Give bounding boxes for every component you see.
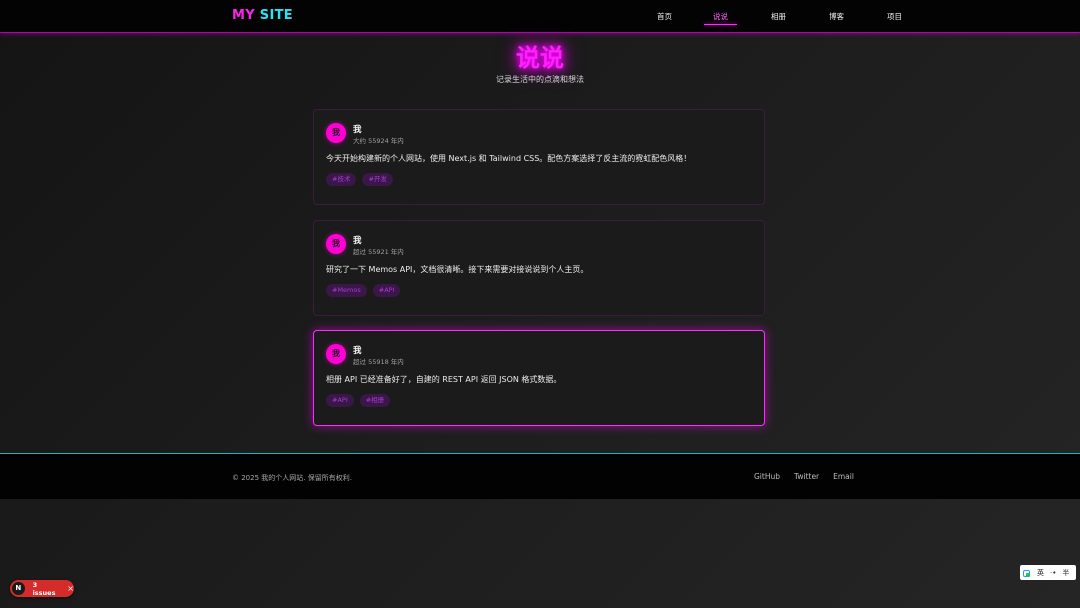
memo-time: 超过 55918 年内 [353,358,404,366]
page-subtitle: 记录生活中的点滴和想法 [496,75,584,84]
copyright-text: © 2025 我的个人网站. 保留所有权利. [232,474,352,482]
logo-my: MY [232,8,255,23]
nav-memos[interactable]: 说说 [702,0,739,32]
memo-card: 我 我 大约 55924 年内 今天开始构建新的个人网站，使用 Next.js … [313,109,765,205]
ime-toolbar[interactable]: 英 ·• 半 [1020,565,1076,580]
nav-projects[interactable]: 项目 [876,0,913,32]
memo-tag[interactable]: #技术 [326,173,357,186]
memo-content: 相册 API 已经准备好了，自建的 REST API 返回 JSON 格式数据。 [326,375,562,384]
nav-albums[interactable]: 相册 [760,0,797,32]
page-title: 说说 [516,44,564,72]
memo-content: 今天开始构建新的个人网站，使用 Next.js 和 Tailwind CSS。配… [326,154,692,163]
main-nav: 首页 说说 相册 博客 项目 [646,0,934,32]
nav-blog[interactable]: 博客 [818,0,855,32]
memo-tags: #技术 #开发 [326,173,393,186]
memo-tag[interactable]: #API [326,394,354,407]
avatar: 我 [326,344,346,364]
memo-tag[interactable]: #Memos [326,284,367,297]
footer-link-email[interactable]: Email [833,472,854,481]
memo-content: 研究了一下 Memos API，文档很清晰。接下来需要对接说说到个人主页。 [326,265,589,274]
site-footer: © 2025 我的个人网站. 保留所有权利. GitHub Twitter Em… [0,453,1080,499]
memo-tag[interactable]: #相册 [359,394,391,407]
nextjs-logo-icon: N [12,582,25,595]
memo-tag[interactable]: #开发 [362,173,393,186]
memo-tags: #Memos #API [326,284,401,297]
issues-badge[interactable]: N 3 issues × [10,580,74,597]
memo-time: 大约 55924 年内 [353,137,404,145]
memo-time: 超过 55921 年内 [353,248,404,256]
memo-tag[interactable]: #API [372,284,401,297]
avatar: 我 [326,123,346,143]
site-header: MY SITE 首页 说说 相册 博客 项目 [0,0,1080,33]
footer-link-github[interactable]: GitHub [754,472,780,481]
memo-author: 我 [353,125,362,135]
ime-width[interactable]: 半 [1062,568,1069,578]
ime-language[interactable]: 英 [1037,568,1044,578]
page: MY SITE 首页 说说 相册 博客 项目 说说 记录生活中的点滴和想法 我 … [0,0,1080,608]
avatar: 我 [326,234,346,254]
footer-links: GitHub Twitter Email [754,472,854,481]
memo-author: 我 [353,236,362,246]
memo-author: 我 [353,346,362,356]
logo-site: SITE [254,8,293,23]
ime-punctuation[interactable]: ·• [1050,569,1056,577]
ime-logo-icon [1023,569,1031,577]
memo-card: 我 我 超过 55921 年内 研究了一下 Memos API，文档很清晰。接下… [313,220,765,316]
memo-tags: #API #相册 [326,394,391,407]
memo-card: 我 我 超过 55918 年内 相册 API 已经准备好了，自建的 REST A… [313,330,765,426]
site-logo[interactable]: MY SITE [232,8,293,23]
nav-home[interactable]: 首页 [646,0,683,32]
close-icon[interactable]: × [67,584,74,593]
issues-count: 3 issues [32,580,56,597]
footer-link-twitter[interactable]: Twitter [794,472,819,481]
